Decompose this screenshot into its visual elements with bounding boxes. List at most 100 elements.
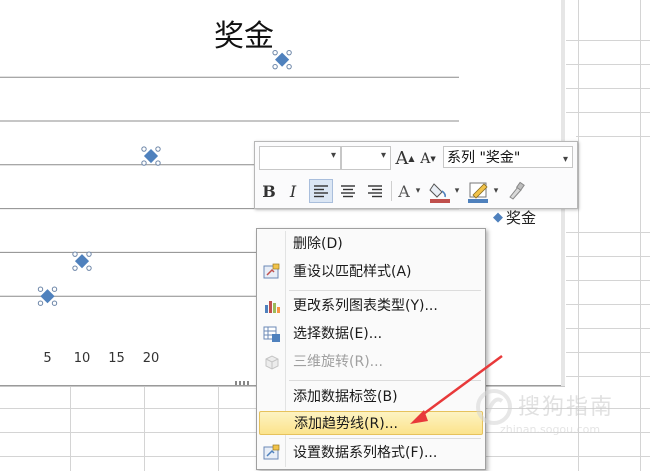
menu-item-reset-style[interactable]: 重设以匹配样式(A) [259, 260, 483, 284]
chart-resize-handle[interactable] [235, 381, 249, 385]
menu-item-delete[interactable]: 删除(D) [259, 232, 483, 256]
selection-handle [155, 146, 161, 152]
chart-element-selector[interactable]: 系列 "奖金" ▾ [443, 146, 573, 168]
selection-handle [141, 160, 147, 166]
menu-item-label: 添加数据标签(B) [293, 389, 398, 405]
data-point [37, 286, 58, 306]
legend-label: 奖金 [506, 209, 537, 227]
font-size-dropdown[interactable]: ▾ [341, 146, 391, 170]
grid-row-line [566, 328, 650, 329]
x-tick-label: 20 [143, 351, 160, 366]
pen-icon [468, 182, 488, 203]
mini-format-toolbar: ▾ ▾ A ▲ A ▼ 系列 "奖金" ▾ B I A ▾ ▾ ▾ [254, 141, 578, 209]
selection-handle [72, 265, 78, 271]
chart-type-icon [263, 297, 281, 315]
menu-item-add-trendline[interactable]: 添加趋势线(R)... [259, 411, 483, 435]
legend[interactable]: ◆ 奖金 [493, 207, 536, 228]
grow-font-icon: A [395, 147, 409, 169]
grid-row-line [566, 376, 650, 377]
outline-color-dropdown[interactable]: ▾ [491, 184, 501, 198]
font-color-dropdown[interactable]: ▾ [413, 184, 423, 198]
chevron-down-icon: ▾ [380, 150, 386, 161]
chart-element-value: 系列 "奖金" [447, 150, 521, 166]
shrink-font-button[interactable]: A ▼ [417, 149, 439, 169]
font-color-button[interactable]: A [395, 180, 413, 202]
menu-item-label: 设置数据系列格式(F)... [293, 445, 438, 461]
selection-handle [286, 63, 292, 70]
watermark-text: 搜狗指南 [518, 395, 615, 420]
paint-bucket-icon [429, 183, 450, 203]
font-name-dropdown[interactable]: ▾ [259, 146, 341, 170]
align-left-icon [314, 185, 328, 198]
toolbar-row-bottom: B I A ▾ ▾ ▾ [255, 176, 577, 208]
italic-icon: I [289, 181, 297, 201]
x-tick-label: 15 [108, 351, 125, 366]
grid-col-line [218, 386, 219, 471]
format-painter-icon [509, 181, 525, 200]
toolbar-divider [391, 181, 392, 201]
fill-color-button[interactable] [429, 179, 451, 205]
menu-item-select-data[interactable]: 选择数据(E)... [259, 322, 483, 346]
selection-handle [272, 49, 278, 56]
rotate-3d-icon [263, 353, 281, 371]
selection-handle [51, 286, 58, 292]
menu-item-label: 更改系列图表类型(Y)... [293, 298, 438, 314]
selection-handle [72, 251, 78, 257]
format-painter-button[interactable] [505, 180, 527, 202]
font-color-icon: A [398, 181, 410, 201]
watermark-logo-icon [476, 389, 512, 425]
align-center-button[interactable] [336, 179, 360, 203]
align-right-button[interactable] [363, 179, 387, 203]
x-tick-label: 10 [74, 351, 91, 366]
selection-handle [86, 265, 92, 271]
bold-button[interactable]: B [259, 180, 279, 202]
grid-row-line [566, 280, 650, 281]
chevron-down-icon: ▾ [562, 154, 568, 165]
bold-icon: B [262, 181, 276, 201]
menu-item-label: 三维旋转(R)... [293, 354, 384, 370]
data-point [141, 146, 161, 166]
italic-button[interactable]: I [283, 180, 303, 202]
select-data-icon [263, 325, 281, 343]
x-tick-label: 5 [43, 351, 51, 366]
menu-item-label: 删除(D) [293, 236, 343, 252]
grow-font-button[interactable]: A ▲ [394, 147, 416, 169]
outline-color-button[interactable] [467, 179, 491, 205]
grid-row-line [566, 88, 650, 89]
menu-item-format-series[interactable]: 设置数据系列格式(F)... [259, 441, 483, 465]
format-series-icon [263, 444, 281, 462]
x-axis-ticks: 5 10 15 20 [43, 351, 159, 366]
selection-handle [155, 160, 161, 166]
menu-item-label: 重设以匹配样式(A) [293, 264, 412, 280]
grid-row-line [566, 232, 650, 233]
menu-item-change-chart-type[interactable]: 更改系列图表类型(Y)... [259, 294, 483, 318]
align-left-button[interactable] [309, 179, 333, 203]
data-point [72, 251, 92, 271]
legend-marker-icon: ◆ [493, 210, 503, 225]
selection-handle [286, 49, 292, 56]
menu-item-add-data-labels[interactable]: 添加数据标签(B) [259, 385, 483, 409]
grid-col-line [144, 386, 145, 471]
menu-separator [289, 380, 481, 381]
grid-row-line [566, 64, 650, 65]
grid-row-line [566, 304, 650, 305]
selection-handle [51, 300, 58, 306]
selection-handle [86, 251, 92, 257]
selection-handle [37, 300, 44, 306]
menu-item-3d-rotation[interactable]: 三维旋转(R)... [259, 350, 483, 374]
menu-item-label: 选择数据(E)... [293, 326, 383, 342]
menu-separator [289, 290, 481, 291]
menu-separator [289, 438, 481, 439]
context-menu: 删除(D) 重设以匹配样式(A) 更改系列图表类型(Y)... 选择数据(E).… [256, 228, 486, 470]
grid-row-line [566, 352, 650, 353]
watermark-url: zhinan.sogou.com [500, 423, 601, 436]
grid-row-line [566, 112, 650, 113]
grid-col-line [70, 386, 71, 471]
watermark: 搜狗指南 zhinan.sogou.com [470, 383, 650, 443]
selection-handle [37, 286, 44, 292]
selection-handle [141, 146, 147, 152]
fill-color-dropdown[interactable]: ▾ [452, 184, 462, 198]
grid-row-line [566, 40, 650, 41]
grid-row-line [576, 136, 650, 137]
reset-style-icon [263, 263, 281, 281]
